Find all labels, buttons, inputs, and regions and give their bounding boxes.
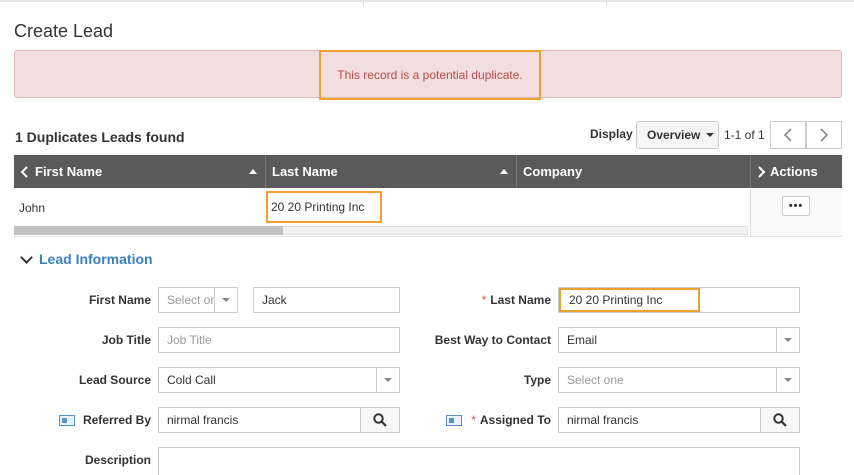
first-name-label: First Name <box>88 293 151 307</box>
column-header-last-name[interactable]: Last Name <box>265 155 516 188</box>
contact-card-icon <box>58 414 75 426</box>
display-label: Display <box>590 127 633 141</box>
chevron-down-icon <box>20 250 33 264</box>
search-icon <box>773 413 787 427</box>
sort-up-icon <box>249 169 257 174</box>
description-label: Description <box>84 453 151 467</box>
table-scrollbar-thumb[interactable] <box>14 226 283 235</box>
view-select-label: Overview <box>647 128 701 142</box>
best-way-to-contact-select[interactable]: Email <box>558 327 800 353</box>
top-border <box>0 0 854 6</box>
column-header-first-name[interactable]: First Name <box>14 155 265 188</box>
column-header-company[interactable]: Company <box>516 155 750 188</box>
assigned-to-input[interactable]: nirmal francis <box>558 407 800 433</box>
salutation-select[interactable]: Select one <box>158 287 238 313</box>
first-name-input[interactable]: Jack <box>253 287 400 313</box>
best-way-to-contact-label: Best Way to Contact <box>434 333 551 347</box>
type-label: Type <box>523 373 551 387</box>
pager-text: 1-1 of 1 <box>724 128 765 142</box>
chevron-left-icon <box>783 128 792 142</box>
contact-card-icon <box>446 414 463 426</box>
caret-down-icon <box>376 368 399 392</box>
job-title-input[interactable]: Job Title <box>158 327 400 353</box>
lead-source-select[interactable]: Cold Call <box>158 367 400 393</box>
chevron-left-icon <box>20 165 28 178</box>
search-icon <box>373 413 387 427</box>
type-select[interactable]: Select one <box>558 367 800 393</box>
caret-down-icon <box>214 288 237 312</box>
chevron-right-icon <box>758 165 766 178</box>
cell-first-name[interactable]: John <box>19 201 45 215</box>
cell-last-name[interactable]: 20 20 Printing Inc <box>266 191 382 223</box>
duplicate-alert-message: This record is a potential duplicate. <box>319 50 541 100</box>
last-name-label: * Last Name <box>481 293 551 307</box>
chevron-right-icon <box>820 128 829 142</box>
assigned-to-search-button[interactable] <box>760 408 799 432</box>
caret-down-icon <box>776 368 799 392</box>
caret-down-icon <box>776 328 799 352</box>
referred-by-input[interactable]: nirmal francis <box>158 407 400 433</box>
job-title-label: Job Title <box>101 333 151 347</box>
lead-information-toggle[interactable]: Lead Information <box>20 250 153 267</box>
page-title: Create Lead <box>14 21 114 41</box>
lead-source-label: Lead Source <box>78 373 151 387</box>
row-actions-button[interactable]: ••• <box>782 196 810 216</box>
duplicates-count: 1 Duplicates Leads found <box>15 129 185 145</box>
prev-page-button[interactable] <box>770 121 806 149</box>
last-name-value[interactable]: 20 20 Printing Inc <box>559 288 700 312</box>
referred-by-search-button[interactable] <box>360 408 399 432</box>
next-page-button[interactable] <box>806 121 842 149</box>
sort-up-icon <box>500 169 508 174</box>
caret-down-icon <box>706 133 715 137</box>
referred-by-label: Referred By <box>58 413 151 427</box>
section-title: Lead Information <box>39 251 153 267</box>
description-textarea[interactable] <box>158 447 800 475</box>
assigned-to-label: * Assigned To <box>440 413 551 427</box>
column-header-actions: Actions <box>750 155 842 188</box>
view-select-button[interactable]: Overview <box>636 121 719 149</box>
